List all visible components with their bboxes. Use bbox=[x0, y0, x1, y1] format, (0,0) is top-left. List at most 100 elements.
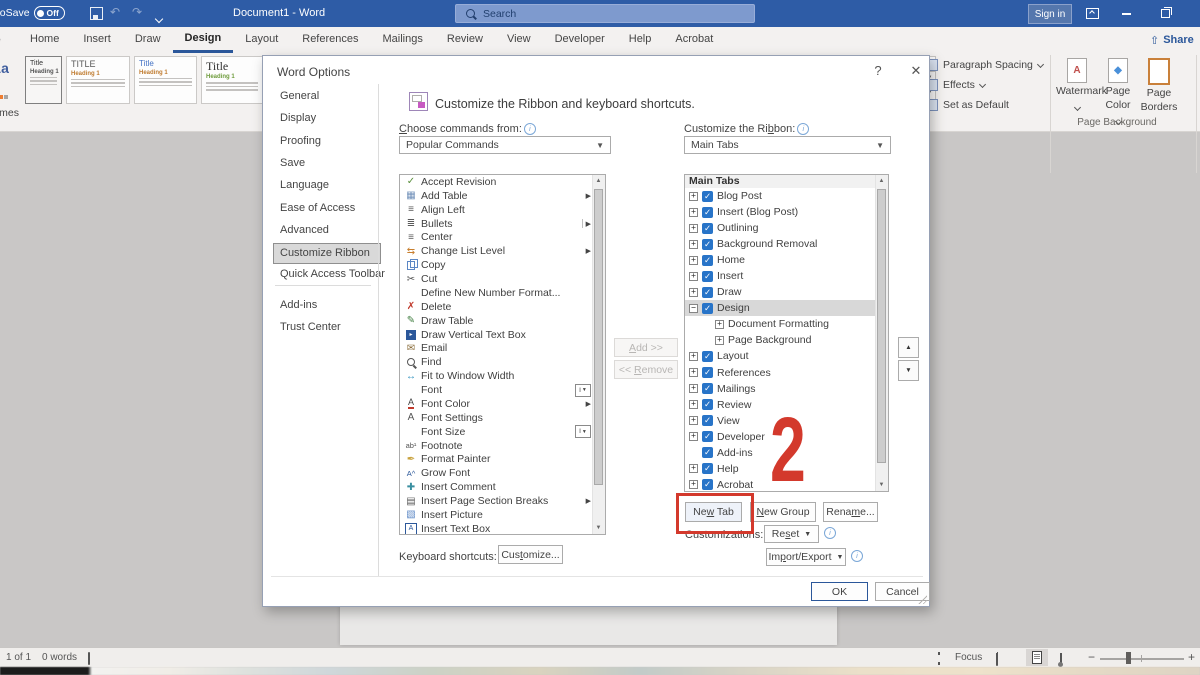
ribbon-tab-node-document-formatting[interactable]: + Document Formatting bbox=[685, 316, 888, 332]
expand-icon[interactable]: − bbox=[689, 303, 698, 313]
ribbon-tab-node-insert[interactable]: + ✓ Insert bbox=[685, 268, 888, 284]
checkbox-checked-icon[interactable]: ✓ bbox=[702, 350, 713, 362]
expand-icon[interactable]: + bbox=[689, 239, 698, 249]
remove-button[interactable]: << Remove bbox=[614, 360, 678, 379]
rename-button[interactable]: Rename... bbox=[823, 502, 878, 522]
ribbon-tab-node-mailings[interactable]: + ✓ Mailings bbox=[685, 381, 888, 397]
autosave-control[interactable]: AutoSave Off bbox=[0, 0, 88, 27]
expand-icon[interactable]: + bbox=[715, 319, 724, 329]
command-item-define-new-number-format[interactable]: Define New Number Format... bbox=[400, 286, 605, 300]
expand-icon[interactable]: + bbox=[689, 432, 698, 442]
command-item-change-list-level[interactable]: ⇆ Change List Level ▶ bbox=[400, 244, 605, 258]
scroll-down-icon[interactable]: ▼ bbox=[593, 522, 604, 534]
zoom-in-icon[interactable]: + bbox=[1188, 650, 1195, 664]
command-item-format-painter[interactable]: ✒ Format Painter bbox=[400, 453, 605, 467]
page-color-button[interactable]: ◆ Page Color bbox=[1099, 53, 1137, 126]
command-item-draw-vertical-text-box[interactable]: ▸ Draw Vertical Text Box bbox=[400, 328, 605, 342]
command-item-insert-page-section-breaks[interactable]: ▤ Insert Page Section Breaks ▶ bbox=[400, 494, 605, 508]
style-card-title-6f9c3d[interactable]: Title Heading 1 bbox=[201, 56, 263, 104]
expand-icon[interactable]: + bbox=[689, 351, 698, 361]
command-item-bullets[interactable]: ≣ Bullets ▶ bbox=[400, 217, 605, 231]
focus-icon[interactable] bbox=[938, 652, 940, 665]
sidebar-item-advanced[interactable]: Advanced bbox=[275, 221, 378, 240]
style-card-title-c07c30[interactable]: TITLE Heading 1 bbox=[66, 56, 130, 104]
checkbox-checked-icon[interactable]: ✓ bbox=[702, 463, 713, 475]
command-item-email[interactable]: ✉ Email bbox=[400, 342, 605, 356]
move-up-button[interactable]: ▲ bbox=[898, 337, 919, 358]
expand-icon[interactable]: + bbox=[689, 368, 698, 378]
autosave-toggle[interactable]: Off bbox=[33, 6, 65, 20]
tab-draw[interactable]: Draw bbox=[123, 27, 173, 53]
sign-in-button[interactable]: Sign in bbox=[1028, 4, 1072, 24]
command-item-copy[interactable]: Copy bbox=[400, 258, 605, 272]
word-count[interactable]: 0 words bbox=[42, 652, 77, 663]
tab-references[interactable]: References bbox=[290, 27, 370, 53]
expand-icon[interactable]: + bbox=[689, 271, 698, 281]
command-item-footnote[interactable]: ab¹ Footnote bbox=[400, 439, 605, 453]
info-icon[interactable]: i bbox=[797, 123, 810, 135]
expand-icon[interactable]: + bbox=[689, 255, 698, 265]
zoom-slider-thumb[interactable] bbox=[1126, 652, 1131, 664]
page-indicator[interactable]: 1 of 1 bbox=[6, 652, 31, 663]
add-button[interactable]: Add >> bbox=[614, 338, 678, 357]
minimize-icon[interactable] bbox=[1122, 13, 1131, 15]
search-input[interactable]: Search bbox=[455, 4, 755, 23]
command-item-cut[interactable]: ✂ Cut bbox=[400, 272, 605, 286]
save-icon[interactable] bbox=[90, 7, 103, 20]
sidebar-item-language[interactable]: Language bbox=[275, 176, 378, 195]
cancel-button[interactable]: Cancel bbox=[875, 582, 930, 601]
checkbox-checked-icon[interactable]: ✓ bbox=[702, 238, 713, 250]
redo-icon[interactable]: ↷ bbox=[132, 5, 142, 19]
sidebar-item-ease-of-access[interactable]: Ease of Access bbox=[275, 199, 378, 218]
command-item-grow-font[interactable]: A^ Grow Font bbox=[400, 466, 605, 480]
choose-commands-dropdown[interactable]: Popular Commands ▼ bbox=[399, 136, 611, 154]
command-item-draw-table[interactable]: ✎ Draw Table bbox=[400, 314, 605, 328]
close-icon[interactable]: ✕ bbox=[907, 63, 925, 79]
expand-icon[interactable]: + bbox=[689, 287, 698, 297]
tab-developer[interactable]: Developer bbox=[543, 27, 617, 53]
ribbon-tab-node-design[interactable]: − ✓ Design bbox=[685, 300, 888, 317]
checkbox-checked-icon[interactable]: ✓ bbox=[702, 367, 713, 379]
style-card-title-c07c30[interactable]: Title Heading 1 bbox=[134, 56, 197, 104]
tab-insert[interactable]: Insert bbox=[71, 27, 123, 53]
read-mode-icon[interactable] bbox=[996, 653, 998, 666]
command-item-font-color[interactable]: A Font Color ▶ bbox=[400, 397, 605, 411]
checkbox-checked-icon[interactable]: ✓ bbox=[702, 206, 713, 218]
scroll-down-icon[interactable]: ▼ bbox=[876, 479, 887, 491]
share-button[interactable]: ⇧ Share bbox=[1150, 27, 1200, 53]
customize-ribbon-dropdown[interactable]: Main Tabs ▼ bbox=[684, 136, 891, 154]
expand-icon[interactable]: + bbox=[689, 464, 698, 474]
ok-button[interactable]: OK bbox=[811, 582, 868, 601]
checkbox-checked-icon[interactable]: ✓ bbox=[702, 479, 713, 491]
sidebar-item-quick-access-toolbar[interactable]: Quick Access Toolbar bbox=[275, 265, 385, 284]
effects-button[interactable]: Effects bbox=[926, 75, 986, 95]
sidebar-item-add-ins[interactable]: Add-ins bbox=[275, 296, 378, 315]
ribbon-tab-node-home[interactable]: + ✓ Home bbox=[685, 252, 888, 268]
tab-home[interactable]: Home bbox=[18, 27, 71, 53]
tab-acrobat[interactable]: Acrobat bbox=[663, 27, 725, 53]
command-item-find[interactable]: Find bbox=[400, 355, 605, 369]
sidebar-item-save[interactable]: Save bbox=[275, 154, 378, 173]
tab-file[interactable]: File bbox=[0, 27, 10, 53]
scroll-up-icon[interactable]: ▲ bbox=[876, 175, 887, 187]
restore-icon[interactable] bbox=[1161, 7, 1172, 18]
command-item-font[interactable]: Font I ▼ bbox=[400, 383, 605, 397]
command-item-insert-text-box[interactable]: A Insert Text Box bbox=[400, 522, 605, 534]
sidebar-item-general[interactable]: General bbox=[275, 87, 378, 106]
style-card-title-555555[interactable]: Title Heading 1 bbox=[25, 56, 62, 104]
page-borders-button[interactable]: Page Borders bbox=[1139, 53, 1179, 125]
themes-button[interactable]: Aa Themes bbox=[0, 55, 22, 125]
zoom-slider-track[interactable] bbox=[1100, 657, 1184, 660]
expand-icon[interactable]: + bbox=[689, 416, 698, 426]
customize-keyboard-button[interactable]: Customize... bbox=[498, 545, 563, 564]
move-down-button[interactable]: ▼ bbox=[898, 360, 919, 381]
set-as-default-button[interactable]: Set as Default bbox=[926, 95, 1009, 115]
watermark-button[interactable]: A Watermark bbox=[1056, 53, 1107, 125]
checkbox-checked-icon[interactable]: ✓ bbox=[702, 415, 713, 427]
web-layout-icon[interactable] bbox=[1060, 653, 1062, 666]
sidebar-item-proofing[interactable]: Proofing bbox=[275, 132, 378, 151]
command-item-accept-revision[interactable]: ✓ Accept Revision bbox=[400, 175, 605, 189]
command-item-insert-comment[interactable]: ✚ Insert Comment bbox=[400, 480, 605, 494]
command-item-font-size[interactable]: Font Size I ▼ bbox=[400, 425, 605, 439]
command-item-fit-to-window-width[interactable]: ↔ Fit to Window Width bbox=[400, 369, 605, 383]
